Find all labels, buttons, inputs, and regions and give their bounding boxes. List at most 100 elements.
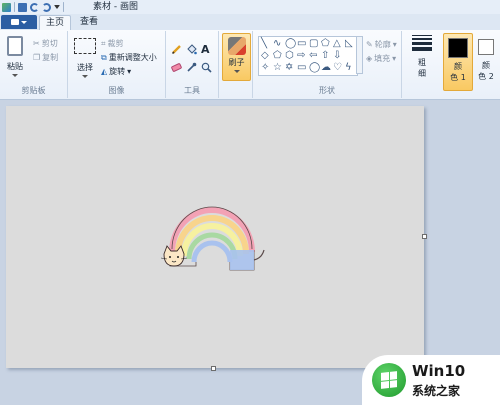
polygon-shape-icon[interactable]: ⬠	[321, 39, 330, 49]
size-label-1: 粗	[418, 58, 426, 67]
crop-button[interactable]: ⌗ 裁剪	[101, 38, 124, 49]
quick-access-toolbar	[2, 1, 64, 13]
color2-label-a: 颜	[482, 61, 490, 70]
color1-label-a: 颜	[454, 62, 462, 71]
chevron-down-icon: ▾	[392, 40, 397, 49]
up-arrow-shape-icon[interactable]: ⇧	[321, 51, 329, 61]
chevron-down-icon	[21, 20, 27, 24]
rounded-rect-shape-icon[interactable]: ▢	[309, 39, 318, 49]
down-arrow-shape-icon[interactable]: ⇩	[333, 51, 341, 61]
qat-separator	[14, 2, 15, 12]
six-point-star-shape-icon[interactable]: ✡	[285, 63, 293, 73]
crop-icon: ⌗	[101, 38, 106, 48]
watermark-line1: Win10	[412, 362, 466, 380]
tab-home[interactable]: 主页	[39, 15, 71, 31]
outline-icon: ✎	[366, 40, 373, 49]
cut-button[interactable]: ✂ 剪切	[33, 38, 58, 49]
paste-button[interactable]: 粘贴	[4, 36, 26, 77]
brush-icon	[227, 37, 246, 55]
windows-logo-icon	[372, 363, 406, 397]
window-title: 素材 - 画图	[93, 2, 138, 12]
diamond-shape-icon[interactable]: ◇	[261, 51, 269, 61]
redo-icon[interactable]	[42, 2, 51, 12]
shapes-gallery[interactable]: ╲ ∿ ◯ ▭ ▢ ⬠ △ ◺ ◇ ⬠ ⬡ ⇨ ⇦ ⇧ ⇩ ✧ ☆ ✡ ▭ ◯ …	[258, 36, 358, 76]
four-point-star-shape-icon[interactable]: ✧	[261, 63, 269, 73]
eraser-icon[interactable]	[171, 62, 182, 73]
copy-button[interactable]: ❐ 复制	[33, 52, 58, 63]
fill-icon[interactable]	[186, 44, 197, 55]
line-shape-icon[interactable]: ╲	[261, 39, 267, 49]
copy-icon: ❐	[33, 53, 41, 62]
paste-label: 粘贴	[7, 62, 23, 71]
app-icon[interactable]	[2, 2, 11, 12]
callout-cloud-shape-icon[interactable]: ☁	[321, 63, 331, 73]
right-triangle-shape-icon[interactable]: ◺	[345, 39, 353, 49]
brushes-button[interactable]: 刷子	[222, 33, 251, 81]
chevron-down-icon	[12, 74, 18, 77]
color1-label-b: 色 1	[450, 73, 466, 82]
watermark: Win10 系统之家	[362, 355, 500, 405]
resize-handle-right[interactable]	[422, 234, 427, 239]
tab-view[interactable]: 查看	[74, 15, 104, 30]
resize-label: 重新调整大小	[108, 53, 157, 62]
rectangle-shape-icon[interactable]: ▭	[297, 39, 306, 49]
heart-shape-icon[interactable]: ♡	[333, 63, 342, 73]
chevron-down-icon	[82, 75, 88, 78]
rotate-label: 旋转	[109, 67, 126, 76]
callout-rect-shape-icon[interactable]: ▭	[297, 63, 306, 73]
save-icon[interactable]	[18, 2, 27, 12]
line-width-icon	[409, 35, 435, 51]
color2-label-b: 色 2	[478, 72, 494, 81]
hexagon-shape-icon[interactable]: ⬡	[285, 51, 294, 61]
color-picker-icon[interactable]	[186, 62, 197, 73]
resize-button[interactable]: ⧉ 重新调整大小	[101, 52, 157, 63]
rainbow-cat-drawing	[160, 206, 265, 271]
drawing-canvas[interactable]	[6, 106, 427, 371]
color2-button[interactable]: 颜 色 2	[474, 33, 498, 89]
text-icon[interactable]: A	[201, 43, 212, 56]
left-arrow-shape-icon[interactable]: ⇦	[309, 51, 317, 61]
clipboard-group: 粘贴 ✂ 剪切 ❐ 复制 剪贴板	[0, 31, 68, 98]
pentagon-shape-icon[interactable]: ⬠	[273, 51, 282, 61]
tools-group: A 工具	[166, 31, 219, 98]
customize-qat-icon[interactable]	[54, 5, 60, 9]
select-button[interactable]: 选择	[72, 38, 98, 78]
qat-separator	[63, 2, 64, 12]
select-label: 选择	[77, 63, 93, 72]
color2-swatch	[478, 39, 494, 55]
fill-button[interactable]: ◈ 填充 ▾	[366, 53, 396, 64]
fill-label: 填充	[374, 54, 391, 63]
ribbon-tabs: 主页 查看	[0, 14, 500, 31]
outline-button[interactable]: ✎ 轮廓 ▾	[366, 39, 397, 50]
oval-shape-icon[interactable]: ◯	[285, 39, 296, 49]
resize-icon: ⧉	[101, 52, 107, 62]
lightning-shape-icon[interactable]: ϟ	[345, 63, 352, 73]
resize-handle-bottom[interactable]	[211, 366, 216, 371]
color1-swatch	[448, 38, 468, 58]
callout-oval-shape-icon[interactable]: ◯	[309, 63, 320, 73]
image-group: 选择 ⌗ 裁剪 ⧉ 重新调整大小 ◭ 旋转 ▾ 图像	[68, 31, 166, 98]
size-button[interactable]: 粗 细	[409, 35, 435, 87]
color1-button[interactable]: 颜 色 1	[443, 33, 473, 91]
file-icon	[11, 19, 19, 25]
five-point-star-shape-icon[interactable]: ☆	[273, 63, 282, 73]
scissors-icon: ✂	[33, 39, 40, 48]
triangle-shape-icon[interactable]: △	[333, 39, 341, 49]
pencil-icon[interactable]	[171, 44, 182, 55]
file-menu-button[interactable]	[1, 15, 37, 29]
right-arrow-shape-icon[interactable]: ⇨	[297, 51, 305, 61]
ribbon: 粘贴 ✂ 剪切 ❐ 复制 剪贴板 选择 ⌗ 裁剪 ⧉ 重新调整大小 ◭ 旋转 ▾…	[0, 30, 500, 100]
size-label-2: 细	[418, 69, 426, 78]
cut-label: 剪切	[41, 39, 58, 48]
magnifier-icon[interactable]	[201, 62, 212, 73]
watermark-line2: 系统之家	[412, 384, 461, 398]
curve-shape-icon[interactable]: ∿	[273, 39, 281, 49]
clipboard-group-label: 剪贴板	[21, 86, 46, 95]
rotate-button[interactable]: ◭ 旋转 ▾	[101, 66, 131, 77]
shapes-group-label: 形状	[319, 86, 335, 95]
shapes-scrollbar[interactable]	[356, 36, 363, 74]
tools-group-label: 工具	[184, 86, 200, 95]
image-group-label: 图像	[108, 86, 125, 95]
undo-icon[interactable]	[30, 2, 39, 12]
chevron-down-icon: ▾	[392, 54, 397, 63]
